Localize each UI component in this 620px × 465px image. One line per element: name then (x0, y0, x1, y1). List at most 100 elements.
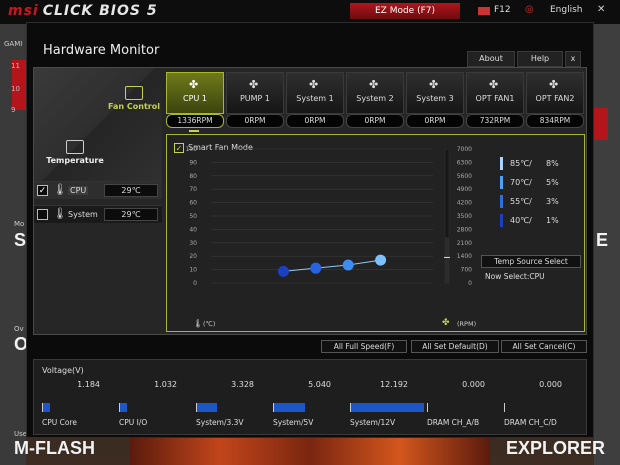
y-right-tick: 4200 (457, 200, 472, 207)
fan-rpm-value: 834RPM (526, 114, 584, 128)
temp-source-select-button[interactable]: Temp Source Select (481, 255, 581, 268)
all-set-default-button[interactable]: All Set Default(D) (411, 340, 499, 353)
thermometer-icon: 🌡 (193, 319, 204, 328)
y-left-tick: 40 (189, 226, 197, 233)
y-right-tick: 1400 (457, 253, 472, 260)
y-left-tick: 10 (189, 267, 197, 274)
bg-label-e[interactable]: E (596, 230, 608, 251)
voltage-bar-track (427, 403, 500, 412)
voltage-name: System/3.3V (196, 418, 244, 427)
voltage-name: DRAM CH_A/B (427, 418, 480, 427)
thermometer-icon: 🌡 (53, 207, 67, 220)
bg-num: 9 (11, 106, 16, 114)
voltage-rail: 12.192 System/12V (348, 360, 425, 436)
temperature-chart-icon (66, 140, 84, 154)
legend-temp: 85℃/ (510, 159, 532, 168)
help-button[interactable]: Help (517, 51, 563, 67)
voltage-value: 0.000 (462, 380, 485, 389)
fan-tab-label: OPT FAN1 (475, 94, 515, 103)
legend-swatch (500, 176, 503, 189)
ez-mode-button[interactable]: EZ Mode (F7) (350, 3, 460, 19)
y-right-tick: 5600 (457, 173, 472, 180)
fan-icon: ✤ (189, 78, 199, 91)
all-set-cancel-button[interactable]: All Set Cancel(C) (501, 340, 587, 353)
fan-curve-point[interactable] (310, 262, 322, 274)
m-flash-button[interactable]: M-FLASH (14, 438, 95, 459)
fan-icon: ✤ (489, 78, 499, 91)
legend-temp: 70℃/ (510, 178, 532, 187)
explorer-button[interactable]: EXPLORER (506, 438, 605, 459)
fan-tab[interactable]: ✤ System 2 (346, 72, 404, 114)
y-left-tick: 0 (193, 280, 197, 287)
hardware-monitor-window: Hardware Monitor About Help x Fan Contro… (26, 22, 594, 438)
fan-rpm-value: 1336RPM (166, 114, 224, 128)
fan-rpm-value: 0RPM (346, 114, 404, 128)
celsius-unit-label: (℃) (203, 320, 216, 328)
fan-tab[interactable]: ✤ PUMP 1 (226, 72, 284, 114)
language-select[interactable]: English (550, 5, 583, 15)
fan-icon: ✤ (249, 78, 259, 91)
brand-text: CLICK BIOS 5 (42, 3, 158, 19)
sensor-system-checkbox[interactable] (37, 209, 48, 220)
voltage-rail: 3.328 System/3.3V (194, 360, 271, 436)
voltage-bar-fill (197, 403, 218, 412)
about-button[interactable]: About (467, 51, 515, 67)
fan-rpm-value: 0RPM (226, 114, 284, 128)
legend-swatch (500, 157, 503, 170)
sensor-cpu-checkbox[interactable]: ✓ (37, 185, 48, 196)
legend-percent: 1% (546, 216, 559, 225)
voltage-value: 1.184 (77, 380, 100, 389)
fan-control-tab[interactable]: Fan Control (106, 86, 162, 111)
voltage-bar-fill (43, 403, 51, 412)
voltage-rail: 5.040 System/5V (271, 360, 348, 436)
voltage-bar-track (119, 403, 192, 412)
active-tab-indicator (189, 130, 199, 132)
fan-tab[interactable]: ✤ System 3 (406, 72, 464, 114)
y-right-tick: 3500 (457, 213, 472, 220)
fan-curve-point[interactable] (342, 259, 354, 271)
y-left-tick: 30 (189, 240, 197, 247)
smart-fan-chart-area: ✓ Smart Fan Mode 100 7000 90 6300 80 5600 70 49… (166, 134, 585, 332)
fan-tab-label: CPU 1 (183, 94, 207, 103)
voltage-bar-fill (351, 403, 424, 412)
right-red-accent (594, 108, 608, 140)
fan-tab[interactable]: ✤ System 1 (286, 72, 344, 114)
fan-tab[interactable]: ✤ OPT FAN1 (466, 72, 524, 114)
fan-curve-point[interactable] (277, 265, 289, 277)
fan-control-panel: Fan Control Temperature ✓ 🌡 CPU 29℃ 🌡 Sy… (33, 67, 587, 335)
now-select-label: Now Select:CPU (485, 272, 545, 281)
bg-num: 11 (11, 62, 20, 70)
bg-label-mo: Mo (14, 220, 25, 228)
legend-swatch (500, 214, 503, 227)
fan-tab-label: OPT FAN2 (535, 94, 575, 103)
y-right-tick: 7000 (457, 146, 472, 153)
screenshot-icon[interactable] (478, 7, 490, 15)
lava-decoration (130, 438, 490, 465)
sensor-row-system[interactable]: 🌡 System 29℃ (34, 205, 162, 223)
fan-curve-point[interactable] (375, 254, 387, 266)
y-right-tick: 6300 (457, 159, 472, 166)
voltage-bar-track (196, 403, 269, 412)
globe-icon[interactable]: ◎ (525, 4, 534, 15)
temperature-tab[interactable]: Temperature (40, 140, 110, 165)
fan-chart-icon (125, 86, 143, 100)
fan-icon: ✤ (442, 318, 450, 328)
sensor-row-cpu[interactable]: ✓ 🌡 CPU 29℃ (34, 181, 162, 199)
voltage-rail: 0.000 DRAM CH_A/B (425, 360, 502, 436)
voltage-value: 3.328 (231, 380, 254, 389)
legend-percent: 5% (546, 178, 559, 187)
curve-legend-item: 85℃/ 8% (500, 157, 586, 171)
all-full-speed-button[interactable]: All Full Speed(F) (321, 340, 407, 353)
voltage-name: CPU Core (42, 418, 77, 427)
fan-tab[interactable]: ✤ CPU 1 (166, 72, 224, 114)
fan-tab[interactable]: ✤ OPT FAN2 (526, 72, 584, 114)
voltage-value: 1.032 (154, 380, 177, 389)
y-right-tick: 2100 (457, 240, 472, 247)
monitor-nav: Fan Control Temperature (34, 68, 162, 184)
f12-label: F12 (494, 5, 511, 15)
close-button[interactable]: x (565, 51, 581, 67)
exit-icon[interactable]: ✕ (597, 4, 605, 15)
y-left-tick: 100 (186, 146, 198, 153)
legend-percent: 8% (546, 159, 559, 168)
legend-temp: 40℃/ (510, 216, 532, 225)
